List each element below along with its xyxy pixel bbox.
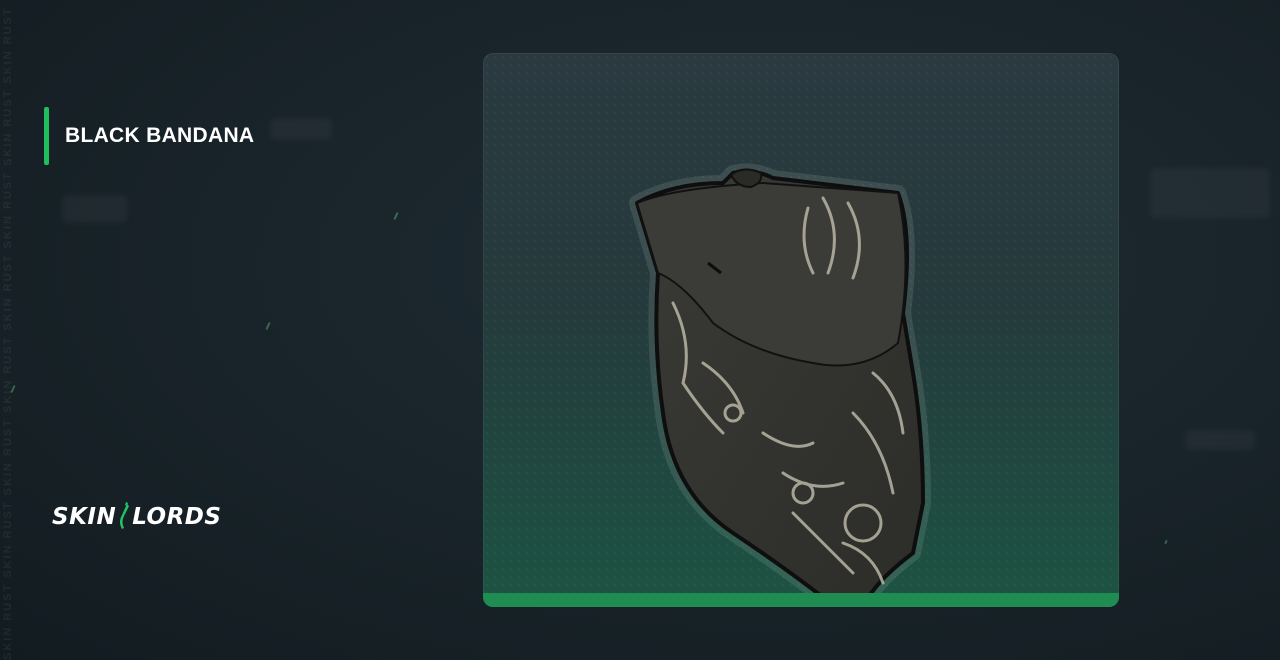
background-blur-shape xyxy=(1150,168,1270,218)
background-speck xyxy=(265,321,271,331)
background-blur-shape xyxy=(270,118,332,140)
item-title-block: BLACK BANDANA xyxy=(44,107,254,165)
bandana-image xyxy=(629,163,931,607)
title-accent-bar xyxy=(44,107,49,165)
skinlords-logo: SKIN LORDS xyxy=(52,500,221,534)
card-rarity-bar xyxy=(483,593,1119,607)
item-title: BLACK BANDANA xyxy=(65,124,255,147)
background-speck xyxy=(1164,539,1168,545)
logo-text-lords: LORDS xyxy=(132,504,222,530)
background-blur-shape xyxy=(1185,430,1255,450)
logo-text-skin: SKIN xyxy=(52,504,117,530)
side-watermark-text: SKIN RUST SKIN RUST SKIN RUST SKIN RUST … xyxy=(2,0,14,660)
item-preview-card xyxy=(483,53,1119,607)
sword-icon xyxy=(120,502,130,529)
background-blur-shape xyxy=(62,195,128,223)
background-speck xyxy=(393,211,399,221)
